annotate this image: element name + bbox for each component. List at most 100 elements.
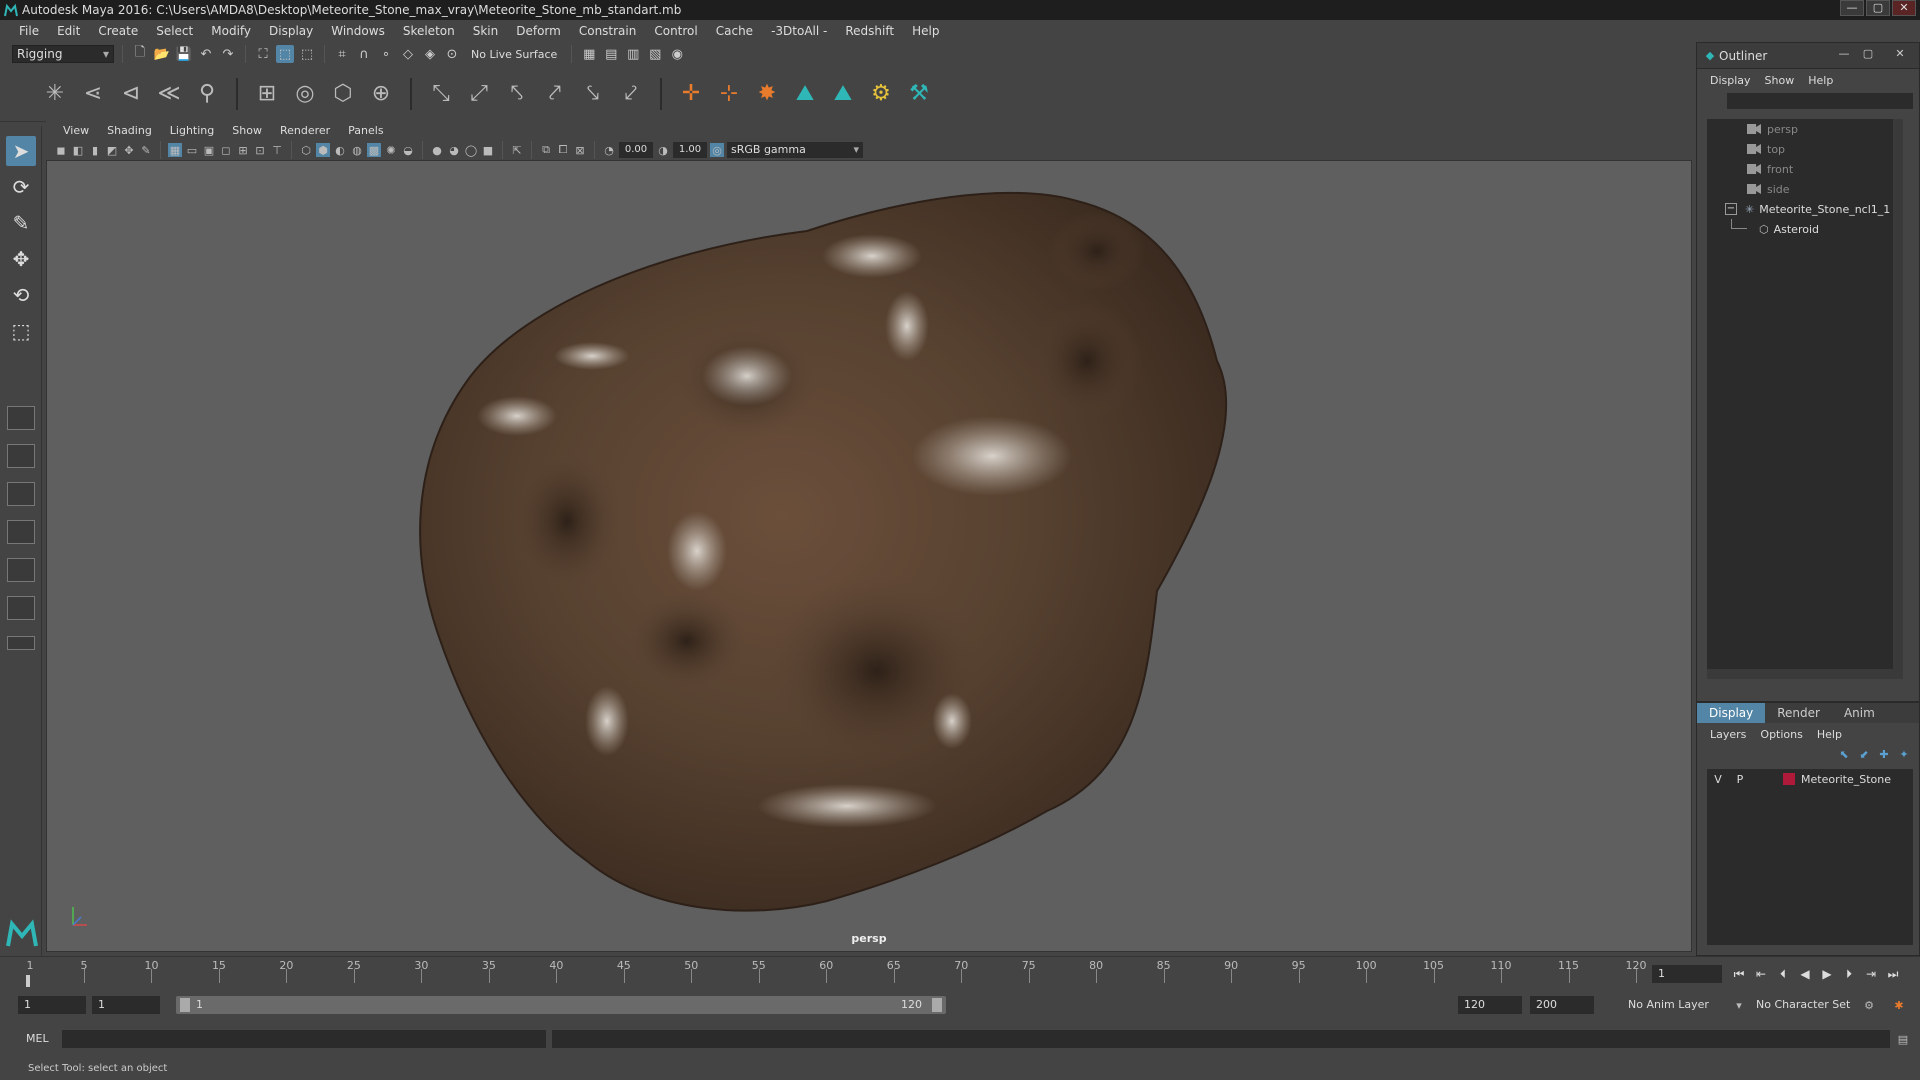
current-frame-field[interactable]: 1 (1652, 965, 1722, 983)
constraint-orient-icon[interactable]: ⤣ (502, 79, 532, 109)
paint-select-tool-icon[interactable]: ✎ (6, 208, 36, 238)
field-chart-icon[interactable]: ⊞ (236, 143, 250, 157)
outliner-item-meteorite-group[interactable]: − ✳ Meteorite_Stone_ncl1_1 (1707, 199, 1903, 219)
menu-modify[interactable]: Modify (202, 20, 260, 42)
bind-skin-icon[interactable]: ⊞ (252, 79, 282, 109)
two-d-pan-icon[interactable]: ✥ (122, 143, 136, 157)
current-frame-marker[interactable] (26, 975, 30, 987)
character-set-select[interactable]: No Character Set (1750, 996, 1870, 1014)
character-controls-icon[interactable]: ⛰ (828, 79, 858, 109)
select-hierarchy-icon[interactable]: ⛶ (254, 45, 272, 63)
grease-pencil-icon[interactable]: ✎ (139, 143, 153, 157)
human-ik-icon[interactable]: ⛰ (790, 79, 820, 109)
scale-tool-icon[interactable]: ⬚ (6, 316, 36, 346)
outliner-menu-display[interactable]: Display (1703, 74, 1758, 87)
constraint-point-icon[interactable]: ⤢ (464, 79, 494, 109)
gamma-icon[interactable]: ◑ (656, 143, 670, 157)
shadows-icon[interactable]: ◒ (401, 143, 415, 157)
animation-start-field[interactable]: 1 (18, 996, 86, 1014)
save-scene-icon[interactable]: 💾 (175, 45, 193, 63)
constraint-scale-icon[interactable]: ⤤ (540, 79, 570, 109)
exposure-field[interactable]: 0.00 (619, 142, 653, 158)
outliner-item-front[interactable]: front (1707, 159, 1903, 179)
outliner-minimize-button[interactable]: — (1835, 47, 1853, 63)
menu-constrain[interactable]: Constrain (570, 20, 646, 42)
screen-space-ao-icon[interactable]: ● (430, 143, 444, 157)
snap-grid-icon[interactable]: ⌗ (333, 45, 351, 63)
menu-set-select[interactable]: Rigging (12, 45, 114, 63)
move-layer-up-icon[interactable]: ⬉ (1837, 747, 1851, 761)
time-slider[interactable]: 1 5 10 15 20 25 30 35 40 45 50 55 60 65 70 75 80 85 90 95 1… (0, 956, 1920, 990)
menu-edit[interactable]: Edit (48, 20, 89, 42)
xray-icon[interactable]: ⧉ (539, 143, 553, 157)
wireframe-icon[interactable]: ⬡ (299, 143, 313, 157)
menu-control[interactable]: Control (645, 20, 706, 42)
layer-row[interactable]: V P Meteorite_Stone (1707, 769, 1913, 789)
anim-layer-select[interactable]: No Anim Layer (1622, 996, 1742, 1014)
panel-menu-show[interactable]: Show (223, 124, 271, 137)
exposure-icon[interactable]: ◔ (602, 143, 616, 157)
redo-icon[interactable]: ↷ (219, 45, 237, 63)
playback-range-bar[interactable]: 1 120 (176, 996, 946, 1014)
range-end-handle[interactable] (932, 998, 942, 1012)
camera-attributes-icon[interactable]: ◧ (71, 143, 85, 157)
outliner-item-top[interactable]: top (1707, 139, 1903, 159)
menu-display[interactable]: Display (260, 20, 322, 42)
animation-end-field[interactable]: 200 (1530, 996, 1594, 1014)
wireframe-on-shaded-icon[interactable]: ◐ (333, 143, 347, 157)
bookmark-icon[interactable]: ▮ (88, 143, 102, 157)
render-view-icon[interactable]: ▦ (580, 45, 598, 63)
range-start-handle[interactable] (180, 998, 190, 1012)
snap-curve-icon[interactable]: ∩ (355, 45, 373, 63)
tab-display[interactable]: Display (1697, 703, 1766, 723)
resolution-gate-icon[interactable]: ▣ (202, 143, 216, 157)
hypershade-icon[interactable]: ◉ (668, 45, 686, 63)
anim-preferences-icon[interactable]: ⚙ (1862, 998, 1876, 1012)
constraint-parent-icon[interactable]: ⤡ (426, 79, 456, 109)
playback-start-field[interactable]: 1 (92, 996, 160, 1014)
outliner-vertical-scrollbar[interactable] (1893, 119, 1903, 679)
outliner-item-asteroid[interactable]: ⬡ Asteroid (1707, 219, 1903, 239)
outliner-menu-show[interactable]: Show (1758, 74, 1802, 87)
create-joint-icon[interactable]: ✳ (40, 79, 70, 109)
undo-icon[interactable]: ↶ (197, 45, 215, 63)
outliner-menu-help[interactable]: Help (1801, 74, 1840, 87)
outliner-maximize-button[interactable]: ▢ (1859, 47, 1877, 63)
menu-file[interactable]: File (10, 20, 48, 42)
panel-menu-view[interactable]: View (54, 124, 98, 137)
constraint-aim-icon[interactable]: ⤥ (578, 79, 608, 109)
step-back-key-icon[interactable]: ⇤ (1752, 965, 1770, 983)
blendshape-icon[interactable]: ✸ (752, 79, 782, 109)
layer-playback-toggle[interactable]: P (1729, 773, 1751, 786)
time-slider-track[interactable]: 1 5 10 15 20 25 30 35 40 45 50 55 60 65 70 75 80 85 90 95 1… (26, 957, 1647, 987)
rig-tools-icon[interactable]: ⚒ (904, 79, 934, 109)
outliner-search-input[interactable] (1727, 93, 1913, 109)
panel-menu-renderer[interactable]: Renderer (271, 124, 339, 137)
paint-weights-icon[interactable]: ⬡ (328, 79, 358, 109)
more-layouts-icon[interactable] (7, 636, 35, 650)
constraint-pole-icon[interactable]: ⤦ (616, 79, 646, 109)
select-tool-icon[interactable]: ➤ (6, 136, 36, 166)
script-layout-icon[interactable] (7, 596, 35, 620)
render-settings-icon[interactable]: ▧ (646, 45, 664, 63)
four-view-layout-icon[interactable] (7, 444, 35, 468)
anti-aliasing-icon[interactable]: ◯ (464, 143, 478, 157)
go-to-start-icon[interactable]: ⏮ (1730, 965, 1748, 983)
collapse-icon[interactable]: − (1725, 203, 1737, 215)
tab-render[interactable]: Render (1765, 703, 1832, 723)
script-language-toggle[interactable]: MEL (26, 1030, 49, 1048)
view-transform-select[interactable]: sRGB gamma (727, 142, 863, 158)
locator-icon[interactable]: ✛ (676, 79, 706, 109)
tab-anim[interactable]: Anim (1832, 703, 1887, 723)
minimize-button[interactable]: — (1840, 0, 1864, 16)
go-to-end-icon[interactable]: ⏭ (1884, 965, 1902, 983)
gamma-field[interactable]: 1.00 (673, 142, 707, 158)
ik-handle-icon[interactable]: ⚲ (192, 79, 222, 109)
ipr-render-icon[interactable]: ▥ (624, 45, 642, 63)
outliner-persp-layout-icon[interactable] (7, 482, 35, 506)
maximize-button[interactable]: ▢ (1866, 0, 1890, 16)
new-layer-icon[interactable]: ✚ (1877, 747, 1891, 761)
play-backwards-icon[interactable]: ◀ (1796, 965, 1814, 983)
menu-skin[interactable]: Skin (464, 20, 508, 42)
new-scene-icon[interactable]: 🗋 (131, 45, 149, 63)
